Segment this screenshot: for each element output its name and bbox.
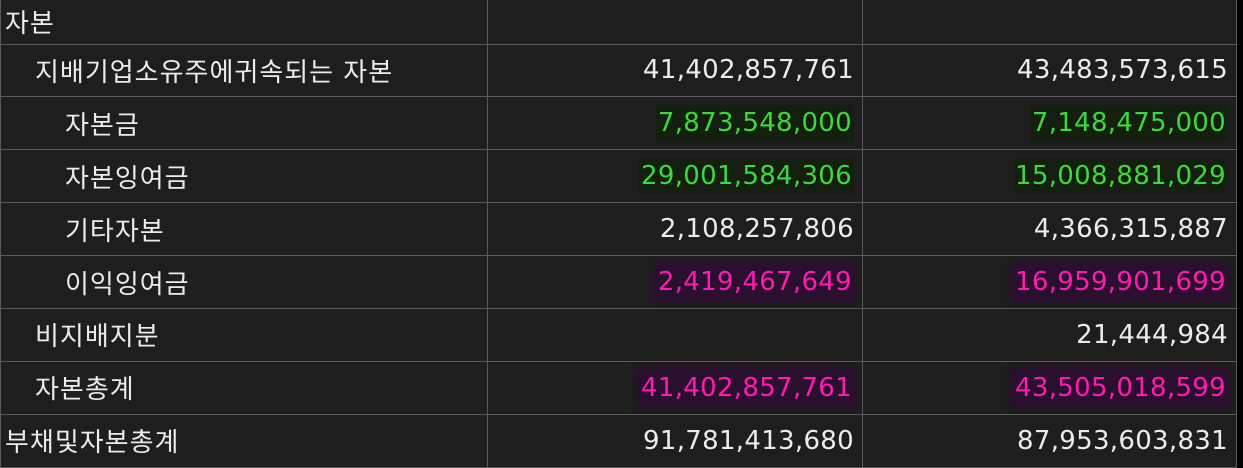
- value-cell-2: [862, 0, 1237, 45]
- highlighted-value: 16,959,901,699: [1013, 264, 1228, 300]
- highlighted-value: 15,008,881,029: [1013, 158, 1228, 195]
- value-cell-1: 2,108,257,806: [487, 202, 863, 257]
- value-cell-2: 43,505,018,599: [862, 360, 1237, 415]
- value-cell-1: 41,402,857,761: [487, 43, 863, 98]
- highlighted-value: 7,873,548,000: [655, 105, 854, 142]
- table-row: 자본금 7,873,548,000 7,148,475,000: [0, 96, 1237, 151]
- highlighted-value: 7,148,475,000: [1029, 105, 1228, 142]
- table-row: 비지배지분 21,444,984: [0, 307, 1237, 362]
- highlighted-value: 41,402,857,761: [639, 369, 854, 406]
- row-label: 기타자본: [0, 202, 488, 257]
- balance-sheet-table: 자본 지배기업소유주에귀속되는 자본 41,402,857,761 43,483…: [0, 0, 1237, 468]
- value-cell-1: 7,873,548,000: [487, 96, 863, 151]
- table-row: 지배기업소유주에귀속되는 자본 41,402,857,761 43,483,57…: [0, 43, 1237, 98]
- table-row: 이익잉여금 2,419,467,649 16,959,901,699: [0, 255, 1237, 309]
- value-cell-2: 7,148,475,000: [862, 96, 1237, 151]
- row-label: 자본총계: [0, 360, 488, 415]
- value-cell-2: 4,366,315,887: [862, 202, 1237, 257]
- table-row: 자본잉여금 29,001,584,306 15,008,881,029: [0, 149, 1237, 204]
- table-row: 자본총계 41,402,857,761 43,505,018,599: [0, 360, 1237, 415]
- row-label: 자본: [0, 0, 488, 45]
- highlighted-value: 2,419,467,649: [655, 264, 854, 300]
- row-label: 이익잉여금: [0, 255, 488, 309]
- table-row: 부채및자본총계 91,781,413,680 87,953,603,831: [0, 413, 1237, 468]
- row-label: 부채및자본총계: [0, 413, 488, 468]
- value-cell-2: 21,444,984: [862, 307, 1237, 362]
- value-cell-2: 15,008,881,029: [862, 149, 1237, 204]
- value-cell-2: 43,483,573,615: [862, 43, 1237, 98]
- value-cell-1: 2,419,467,649: [487, 255, 863, 309]
- value-cell-1: [487, 307, 863, 362]
- value-cell-2: 16,959,901,699: [862, 255, 1237, 309]
- row-label: 비지배지분: [0, 307, 488, 362]
- value-cell-1: 91,781,413,680: [487, 413, 863, 468]
- table-row: 자본: [0, 0, 1237, 45]
- table-row: 기타자본 2,108,257,806 4,366,315,887: [0, 202, 1237, 257]
- highlighted-value: 29,001,584,306: [639, 158, 854, 195]
- value-cell-1: [487, 0, 863, 45]
- row-label: 지배기업소유주에귀속되는 자본: [0, 43, 488, 98]
- value-cell-1: 29,001,584,306: [487, 149, 863, 204]
- value-cell-2: 87,953,603,831: [862, 413, 1237, 468]
- row-label: 자본잉여금: [0, 149, 488, 204]
- highlighted-value: 43,505,018,599: [1013, 369, 1228, 406]
- row-label: 자본금: [0, 96, 488, 151]
- value-cell-1: 41,402,857,761: [487, 360, 863, 415]
